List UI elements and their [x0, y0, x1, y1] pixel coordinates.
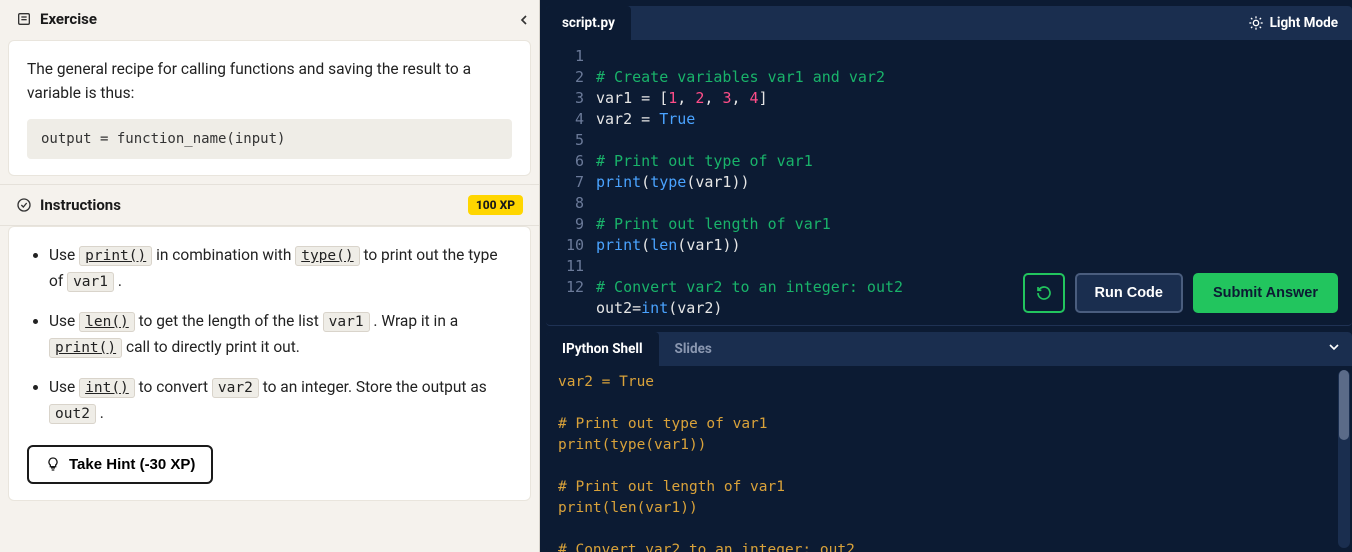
- shell-tabbar: IPython Shell Slides: [546, 332, 1352, 366]
- sun-icon: [1248, 15, 1264, 31]
- instructions-card: Use print() in combination with type() t…: [8, 226, 531, 501]
- list-item: Use len() to get the length of the list …: [49, 309, 512, 361]
- take-hint-button[interactable]: Take Hint (-30 XP): [27, 445, 213, 484]
- exercise-intro: The general recipe for calling functions…: [27, 57, 512, 105]
- list-item: Use print() in combination with type() t…: [49, 243, 512, 295]
- code-example: output = function_name(input): [27, 119, 512, 159]
- exercise-header: Exercise: [0, 0, 539, 38]
- xp-badge: 100 XP: [468, 195, 523, 215]
- collapse-left-icon[interactable]: [509, 5, 539, 35]
- code-chip[interactable]: len(): [79, 312, 135, 332]
- run-code-button[interactable]: Run Code: [1075, 273, 1183, 313]
- code-lines[interactable]: # Create variables var1 and var2 var1 = …: [596, 46, 903, 340]
- list-item: Use int() to convert var2 to an integer.…: [49, 375, 512, 427]
- instructions-header: Instructions 100 XP: [0, 184, 539, 226]
- submit-answer-button[interactable]: Submit Answer: [1193, 273, 1338, 313]
- editor-pane: script.py Light Mode 123456789101112 # C…: [546, 6, 1352, 326]
- code-chip: var1: [67, 272, 114, 292]
- code-chip: var2: [212, 378, 259, 398]
- reset-icon: [1036, 285, 1052, 301]
- exercise-label: Exercise: [40, 10, 97, 28]
- code-chip[interactable]: int(): [79, 378, 135, 398]
- chevron-down-icon[interactable]: [1326, 339, 1342, 359]
- line-gutter: 123456789101112: [546, 46, 596, 340]
- shell-pane: IPython Shell Slides var2 = True # Print…: [546, 332, 1352, 552]
- shell-scroll-thumb[interactable]: [1339, 370, 1349, 440]
- shell-output[interactable]: var2 = True # Print out type of var1 pri…: [546, 366, 1352, 552]
- instructions-list: Use print() in combination with type() t…: [27, 243, 512, 427]
- tab-slides[interactable]: Slides: [659, 332, 728, 366]
- left-panel: Exercise The general recipe for calling …: [0, 0, 540, 552]
- editor-tabbar: script.py Light Mode: [546, 6, 1352, 40]
- right-panel: script.py Light Mode 123456789101112 # C…: [540, 0, 1352, 552]
- lightmode-toggle[interactable]: Light Mode: [1248, 15, 1352, 31]
- left-scroll: The general recipe for calling functions…: [0, 40, 539, 552]
- reset-button[interactable]: [1023, 273, 1065, 313]
- instructions-label: Instructions: [40, 196, 121, 214]
- exercise-card: The general recipe for calling functions…: [8, 40, 531, 176]
- shell-scrollbar[interactable]: [1338, 370, 1350, 548]
- code-chip[interactable]: print(): [49, 338, 122, 358]
- code-chip: out2: [49, 404, 96, 424]
- exercise-icon: [16, 11, 32, 27]
- code-chip[interactable]: print(): [79, 246, 152, 266]
- lightbulb-icon: [45, 456, 61, 472]
- editor-actions: Run Code Submit Answer: [1023, 273, 1338, 313]
- code-chip[interactable]: type(): [295, 246, 359, 266]
- code-chip: var1: [323, 312, 370, 332]
- file-tab[interactable]: script.py: [546, 6, 631, 40]
- check-circle-icon: [16, 197, 32, 213]
- tab-ipython-shell[interactable]: IPython Shell: [546, 332, 659, 366]
